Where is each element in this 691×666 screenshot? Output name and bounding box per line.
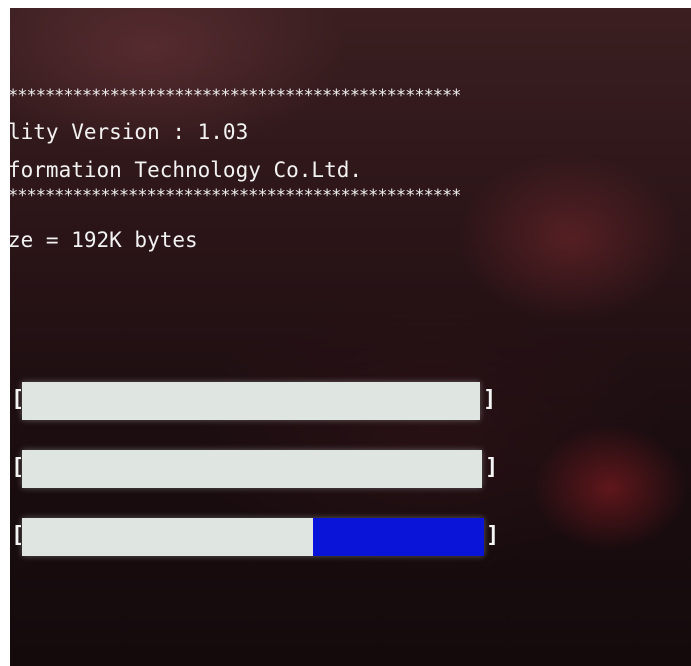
header-stars-top: ****************************************… bbox=[10, 86, 462, 106]
progress-bar-2: [ ] bbox=[10, 450, 500, 492]
progress-bar-3: [ ] bbox=[10, 518, 502, 560]
progress-remaining bbox=[313, 518, 484, 556]
header-stars-bottom: ****************************************… bbox=[10, 186, 462, 206]
progress-track bbox=[22, 382, 480, 420]
console-screen: ****************************************… bbox=[10, 8, 691, 666]
size-line: ze = 192K bytes bbox=[10, 228, 198, 252]
progress-track bbox=[22, 450, 482, 488]
progress-bar-1: [ ] bbox=[10, 382, 500, 424]
right-bracket: ] bbox=[486, 523, 500, 548]
right-bracket: ] bbox=[485, 455, 499, 480]
photo-frame: ****************************************… bbox=[0, 0, 691, 666]
progress-track bbox=[22, 518, 484, 556]
version-line: lity Version : 1.03 bbox=[10, 120, 249, 144]
right-bracket: ] bbox=[483, 387, 497, 412]
company-line: formation Technology Co.Ltd. bbox=[10, 158, 363, 182]
